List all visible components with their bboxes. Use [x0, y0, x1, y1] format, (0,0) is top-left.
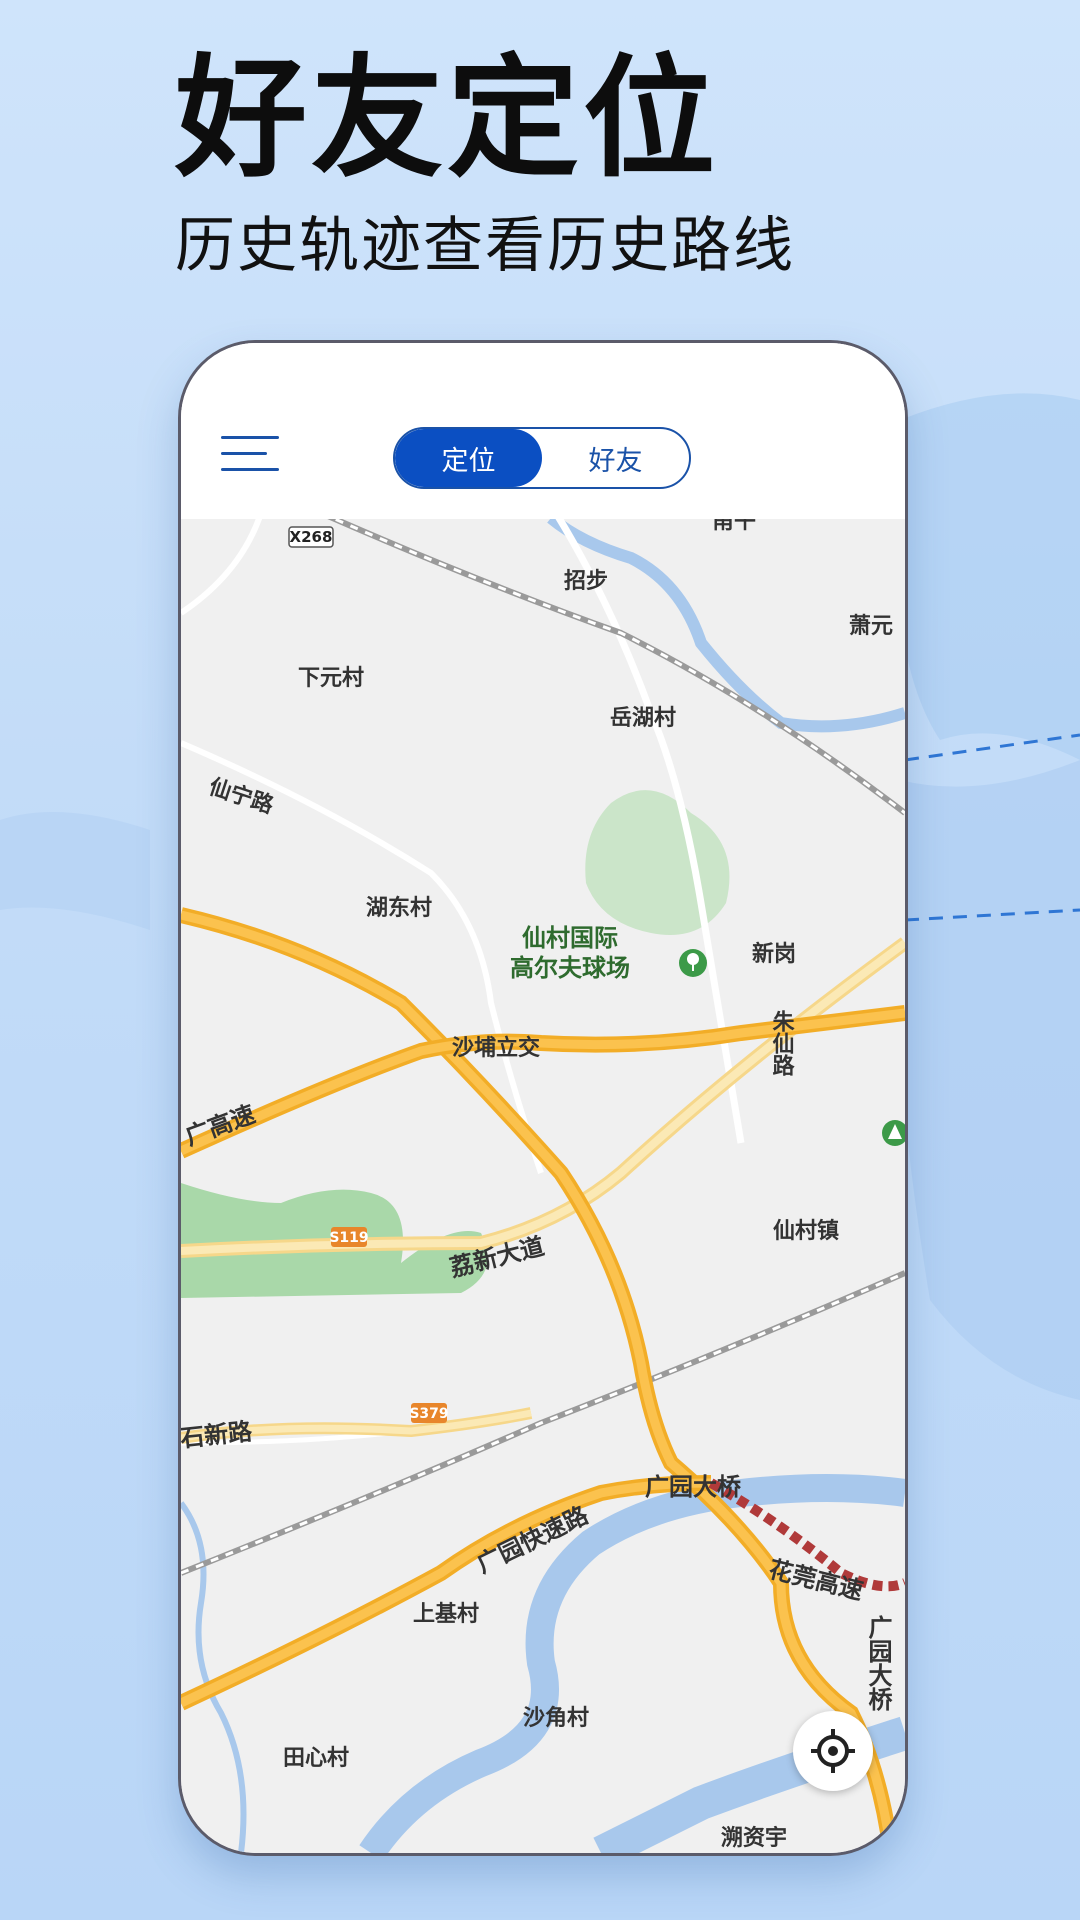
svg-text:S119: S119	[329, 1230, 368, 1246]
promo-subtitle: 历史轨迹查看历史路线	[175, 211, 795, 281]
svg-text:X268: X268	[290, 528, 333, 546]
golf-icon[interactable]	[679, 949, 707, 977]
road-shield-s119: S119	[329, 1227, 369, 1247]
place-label-yuehucun: 岳湖村	[610, 706, 676, 731]
place-label-bottom-edge: 溯资宇	[721, 1825, 787, 1851]
road-label-zhuxian: 朱仙路	[769, 1010, 795, 1076]
place-label-hudongcun: 湖东村	[366, 895, 432, 921]
app-header: 定位 好友	[181, 343, 905, 519]
place-label-tianxincun: 田心村	[283, 1746, 349, 1771]
place-label-xiancunzhen: 仙村镇	[773, 1218, 839, 1244]
place-label-xiaoyuan: 萧元	[849, 614, 893, 639]
tab-friends[interactable]: 好友	[542, 429, 689, 487]
road-label-guangyuan-bridge: 广园大桥	[645, 1473, 742, 1501]
poi-label-line2: 高尔夫球场	[510, 954, 630, 982]
locate-button[interactable]	[793, 1711, 873, 1791]
hamburger-menu-icon[interactable]	[221, 436, 283, 476]
place-label-shangjicun: 上基村	[413, 1602, 479, 1627]
road-label-shapu-interchange: 沙埔立交	[452, 1035, 540, 1061]
phone-frame: X268 S119 S379 招步 萧元 下元村 岳湖村 湖东村 新岗 仙村镇 …	[178, 340, 908, 1856]
tab-locate[interactable]: 定位	[395, 429, 542, 487]
road-shield-x268: X268	[288, 526, 334, 548]
locate-crosshair-icon	[811, 1729, 855, 1773]
svg-text:S379: S379	[409, 1406, 448, 1422]
place-label-xiayuancun: 下元村	[298, 666, 364, 691]
map-canvas[interactable]: X268 S119 S379 招步 萧元 下元村 岳湖村 湖东村 新岗 仙村镇 …	[181, 343, 905, 1853]
place-label-shajiaocun: 沙角村	[523, 1705, 589, 1731]
promo-title: 好友定位	[175, 42, 719, 196]
place-label-zhaobu: 招步	[564, 568, 608, 594]
place-label-xingang: 新岗	[752, 941, 796, 967]
road-shield-s379: S379	[409, 1403, 449, 1423]
road-label-guangyuan-bridge-south: 广园大桥	[864, 1614, 892, 1712]
mode-tab-switch: 定位 好友	[393, 427, 691, 489]
poi-label-line1: 仙村国际	[522, 924, 618, 952]
